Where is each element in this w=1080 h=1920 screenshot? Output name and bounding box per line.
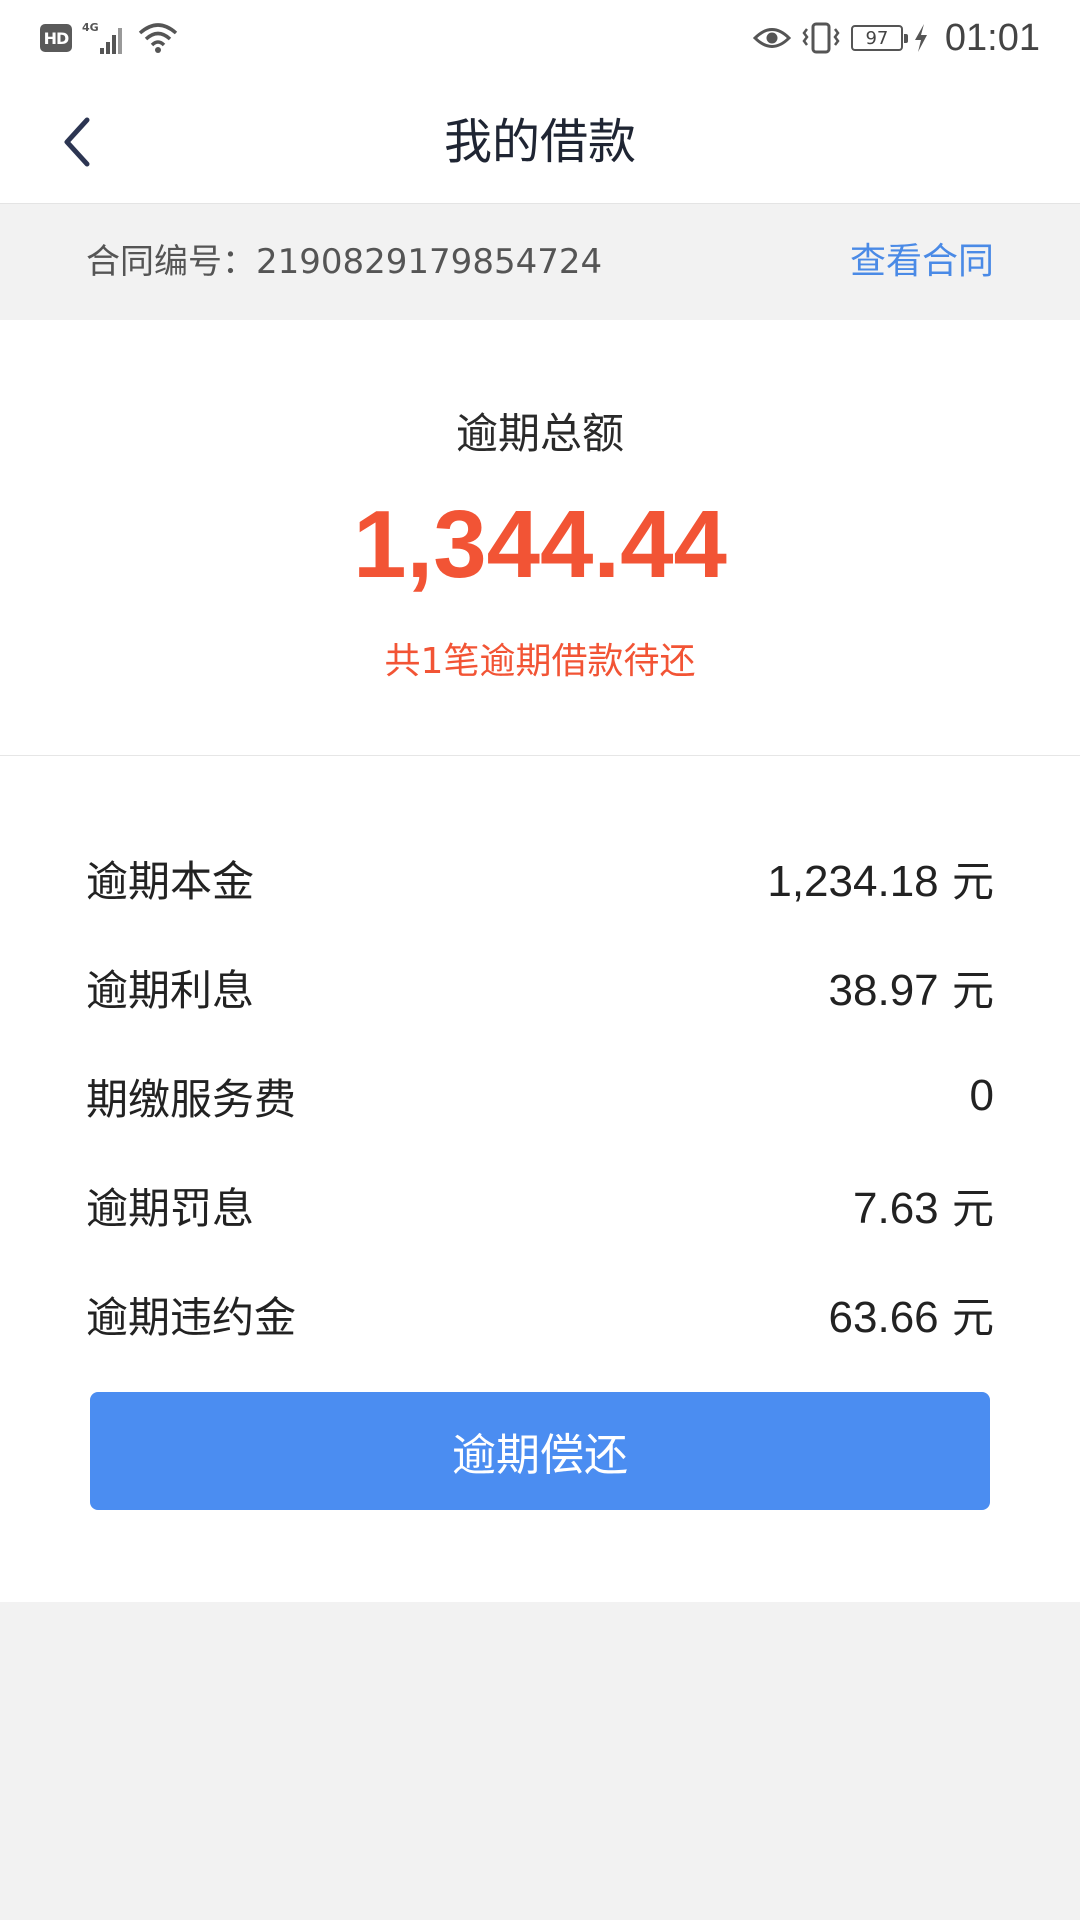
contract-bar: 合同编号：2190829179854724 查看合同: [0, 204, 1080, 320]
vibrate-icon: [802, 22, 840, 54]
nav-header: 我的借款: [0, 80, 1080, 204]
detail-label: 期缴服务费: [86, 1074, 297, 1124]
unit: 元: [938, 965, 994, 1015]
view-contract-link[interactable]: 查看合同: [850, 204, 994, 320]
amount: 0: [969, 1071, 994, 1120]
status-left-icons: HD 4G: [40, 18, 178, 58]
charging-bolt-icon: [914, 24, 927, 52]
detail-value: 38.97 元: [829, 957, 994, 1018]
page-title: 我的借款: [443, 114, 636, 170]
detail-value: 63.66 元: [829, 1284, 994, 1345]
signal-4g-icon: 4G: [82, 21, 122, 54]
detail-label: 逾期本金: [86, 856, 255, 906]
amount: 1,234.18: [767, 856, 939, 906]
detail-label: 逾期利息: [86, 965, 255, 1015]
detail-row-principal: 逾期本金 1,234.18 元: [86, 848, 994, 908]
amount: 7.63: [853, 1183, 939, 1233]
detail-row-interest: 逾期利息 38.97 元: [86, 957, 994, 1017]
overdue-summary: 逾期总额 1,344.44 共1笔逾期借款待还: [0, 320, 1080, 756]
detail-value: 1,234.18 元: [767, 848, 994, 909]
unit: 元: [938, 1183, 994, 1233]
overdue-total-title: 逾期总额: [455, 409, 624, 458]
detail-row-liquidated-damages: 逾期违约金 63.66 元: [86, 1284, 994, 1344]
amount: 38.97: [828, 965, 939, 1015]
contract-number: 合同编号：2190829179854724: [86, 242, 603, 282]
overdue-total-amount: 1,344.44: [353, 491, 727, 598]
wifi-icon: [138, 23, 178, 53]
eye-comfort-icon: [752, 28, 791, 48]
overdue-count-note: 共1笔逾期借款待还: [384, 641, 696, 682]
svg-text:4G: 4G: [82, 21, 99, 34]
amount: 63.66: [828, 1292, 939, 1342]
clock: 01:01: [944, 16, 1040, 59]
detail-row-service-fee: 期缴服务费 0: [86, 1066, 994, 1126]
detail-label: 逾期违约金: [86, 1292, 297, 1342]
unit: 元: [938, 1292, 994, 1342]
overdue-repay-button[interactable]: 逾期偿还: [90, 1392, 990, 1510]
detail-row-penalty-interest: 逾期罚息 7.63 元: [86, 1175, 994, 1235]
battery-icon: 97: [850, 25, 908, 51]
hd-icon: HD: [40, 24, 72, 52]
detail-value: 7.63 元: [853, 1175, 994, 1236]
status-right-icons: 97 01:01: [752, 14, 1040, 62]
detail-label: 逾期罚息: [86, 1183, 255, 1233]
status-bar: HD 4G 97 01:01: [0, 0, 1080, 80]
overdue-details: 逾期本金 1,234.18 元 逾期利息 38.97 元 期缴服务费 0 逾期罚…: [0, 756, 1080, 1602]
detail-value: 0: [970, 1071, 994, 1121]
unit: 元: [938, 856, 994, 906]
